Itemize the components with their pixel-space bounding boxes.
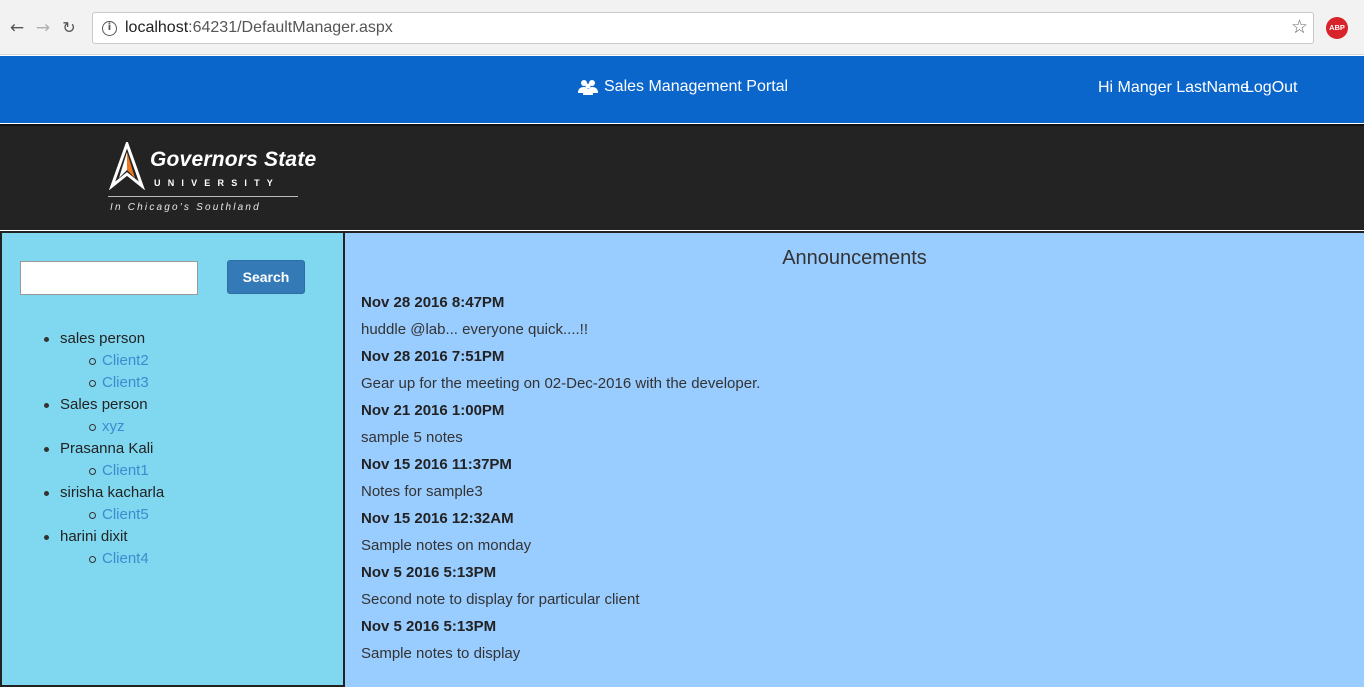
info-icon[interactable]: i xyxy=(102,20,117,36)
logo-subtitle: UNIVERSITY xyxy=(154,178,281,188)
client-item: Client1 xyxy=(60,460,164,482)
announcement-text: huddle @lab... everyone quick....!! xyxy=(361,321,589,338)
salesperson-item: Prasanna Kali Client1 xyxy=(40,438,164,482)
announcement-text: Sample notes on monday xyxy=(361,537,532,554)
portal-title[interactable]: Sales Management Portal xyxy=(578,78,788,96)
url-host: localhost xyxy=(125,19,189,36)
announcement-text: sample 5 notes xyxy=(361,429,463,446)
top-navbar: Sales Management Portal Hi Manger LastNa… xyxy=(0,56,1364,123)
announcement-text: Notes for sample3 xyxy=(361,483,483,500)
announcement-text: Sample notes to display xyxy=(361,645,521,662)
client-list: Client2 Client3 xyxy=(60,350,164,394)
browser-toolbar: ← → ↻ i localhost:64231/DefaultManager.a… xyxy=(0,0,1364,55)
announcement-date: Nov 28 2016 8:47PM xyxy=(361,294,505,311)
client-link[interactable]: Client1 xyxy=(102,462,149,479)
user-greeting: Hi Manger LastName xyxy=(1098,79,1250,96)
announcements-list: Nov 28 2016 8:47PM huddle @lab... everyon… xyxy=(361,289,760,667)
salesperson-item: sirisha kacharla Client5 xyxy=(40,482,164,526)
client-list: Client5 xyxy=(60,504,164,526)
sidebar: Search sales person Client2 Client3 Sales p… xyxy=(0,231,345,687)
compass-logo-icon xyxy=(108,142,146,190)
announcement-text: Second note to display for particular cl… xyxy=(361,591,640,608)
client-list: Client4 xyxy=(60,548,164,570)
logo-banner: Governors State UNIVERSITY In Chicago's … xyxy=(0,124,1364,230)
announcements-panel: Announcements Nov 28 2016 8:47PM huddle @… xyxy=(345,231,1364,687)
search-input[interactable] xyxy=(20,261,198,295)
users-icon xyxy=(578,80,598,95)
salesperson-name: sales person xyxy=(60,330,146,347)
announcement-date: Nov 28 2016 7:51PM xyxy=(361,348,505,365)
client-link[interactable]: Client4 xyxy=(102,550,149,567)
salesperson-item: sales person Client2 Client3 xyxy=(40,328,164,394)
announcements-heading: Announcements xyxy=(782,247,927,269)
logout-link[interactable]: LogOut xyxy=(1245,79,1297,97)
bookmark-star-icon[interactable]: ☆ xyxy=(1291,16,1308,38)
logo-name: Governors State xyxy=(150,148,317,171)
client-item: Client5 xyxy=(60,504,164,526)
url-text: localhost:64231/DefaultManager.aspx xyxy=(125,19,393,37)
client-item: xyz xyxy=(60,416,164,438)
announcement-date: Nov 15 2016 12:32AM xyxy=(361,510,514,527)
salesperson-name: Prasanna Kali xyxy=(60,440,154,457)
announcement-date: Nov 5 2016 5:13PM xyxy=(361,564,497,581)
salesperson-name: Sales person xyxy=(60,396,148,413)
client-link[interactable]: Client2 xyxy=(102,352,149,369)
salesperson-item: harini dixit Client4 xyxy=(40,526,164,570)
adblock-label: ABP xyxy=(1329,23,1345,32)
client-link[interactable]: Client3 xyxy=(102,374,149,391)
forward-arrow-icon[interactable]: → xyxy=(32,17,54,39)
back-arrow-icon[interactable]: ← xyxy=(6,17,28,39)
client-item: Client4 xyxy=(60,548,164,570)
salesperson-item: Sales person xyz xyxy=(40,394,164,438)
client-list: Client1 xyxy=(60,460,164,482)
client-link[interactable]: xyz xyxy=(102,418,125,435)
logo-tagline: In Chicago's Southland xyxy=(110,202,261,213)
address-bar[interactable]: i localhost:64231/DefaultManager.aspx xyxy=(92,12,1314,44)
salesperson-name: sirisha kacharla xyxy=(60,484,165,501)
announcement-date: Nov 21 2016 1:00PM xyxy=(361,402,505,419)
adblock-icon[interactable]: ABP xyxy=(1326,17,1348,39)
client-item: Client2 xyxy=(60,350,164,372)
search-button[interactable]: Search xyxy=(227,260,305,294)
announcement-text: Gear up for the meeting on 02-Dec-2016 w… xyxy=(361,375,761,392)
url-path: :64231/DefaultManager.aspx xyxy=(188,19,393,36)
logo-divider xyxy=(108,196,298,197)
reload-icon[interactable]: ↻ xyxy=(58,17,80,39)
salesperson-name: harini dixit xyxy=(60,528,128,545)
client-item: Client3 xyxy=(60,372,164,394)
portal-title-text: Sales Management Portal xyxy=(604,78,789,95)
salesperson-tree: sales person Client2 Client3 Sales person xy… xyxy=(40,328,164,570)
client-list: xyz xyxy=(60,416,164,438)
announcement-date: Nov 5 2016 5:13PM xyxy=(361,618,497,635)
client-link[interactable]: Client5 xyxy=(102,506,149,523)
university-logo: Governors State UNIVERSITY In Chicago's … xyxy=(108,134,316,222)
announcement-date: Nov 15 2016 11:37PM xyxy=(361,456,512,473)
